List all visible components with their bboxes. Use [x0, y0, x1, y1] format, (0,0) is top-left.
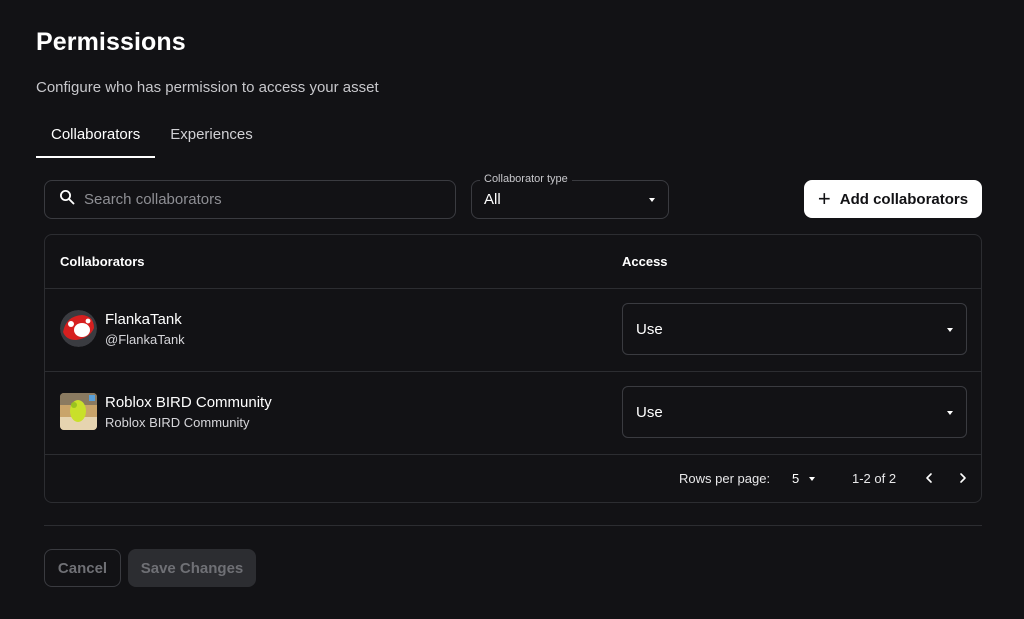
search-icon	[59, 189, 75, 210]
next-page-button[interactable]	[956, 471, 970, 485]
column-header-collaborators: Collaborators	[60, 254, 145, 269]
mushroom-avatar	[60, 310, 97, 347]
rows-per-page-value: 5	[792, 471, 800, 486]
page-title: Permissions	[36, 28, 186, 56]
pagination-range: 1-2 of 2	[852, 471, 897, 486]
row-divider	[45, 454, 981, 455]
collaborator-name: FlankaTank	[105, 311, 182, 328]
collaborator-handle: Roblox BIRD Community	[105, 415, 250, 430]
add-collaborators-label: Add collaborators	[839, 190, 969, 208]
chevron-right-icon	[960, 473, 966, 483]
tab-collaborators[interactable]: Collaborators	[36, 118, 156, 158]
collaborator-type-value: All	[484, 191, 501, 208]
previous-page-button[interactable]	[922, 471, 936, 485]
rows-per-page-select[interactable]: 5	[792, 471, 822, 487]
dropdown-caret-icon	[947, 328, 953, 332]
table-row: Roblox BIRD Community Roblox BIRD Commun…	[45, 371, 981, 454]
cancel-button[interactable]: Cancel	[44, 549, 121, 587]
collaborator-type-label: Collaborator type	[480, 173, 572, 185]
search-field[interactable]	[44, 180, 456, 219]
rows-per-page-label: Rows per page:	[679, 471, 771, 486]
plus-icon: +	[817, 186, 831, 211]
add-collaborators-button[interactable]: + Add collaborators	[804, 180, 982, 218]
tab-bar: Collaborators Experiences	[36, 118, 268, 158]
dropdown-caret-icon	[809, 477, 815, 481]
access-select[interactable]: Use	[622, 386, 967, 438]
collaborator-type-select[interactable]: Collaborator type All	[471, 173, 669, 219]
collaborator-handle: @FlankaTank	[105, 332, 185, 347]
access-select[interactable]: Use	[622, 303, 967, 355]
search-input[interactable]	[84, 191, 444, 208]
collaborator-name: Roblox BIRD Community	[105, 394, 272, 411]
dropdown-caret-icon	[649, 198, 655, 202]
access-value: Use	[636, 321, 663, 338]
table-row: FlankaTank @FlankaTank Use	[45, 288, 981, 371]
access-value: Use	[636, 404, 663, 421]
column-header-access: Access	[622, 254, 668, 269]
group-thumbnail	[60, 393, 97, 430]
footer-divider	[44, 525, 982, 526]
tab-experiences[interactable]: Experiences	[155, 118, 268, 156]
collaborators-table: Collaborators Access FlankaTank @FlankaT…	[44, 234, 982, 503]
page-subtitle: Configure who has permission to access y…	[36, 79, 379, 96]
chevron-left-icon	[926, 473, 932, 483]
dropdown-caret-icon	[947, 411, 953, 415]
save-changes-button[interactable]: Save Changes	[128, 549, 256, 587]
